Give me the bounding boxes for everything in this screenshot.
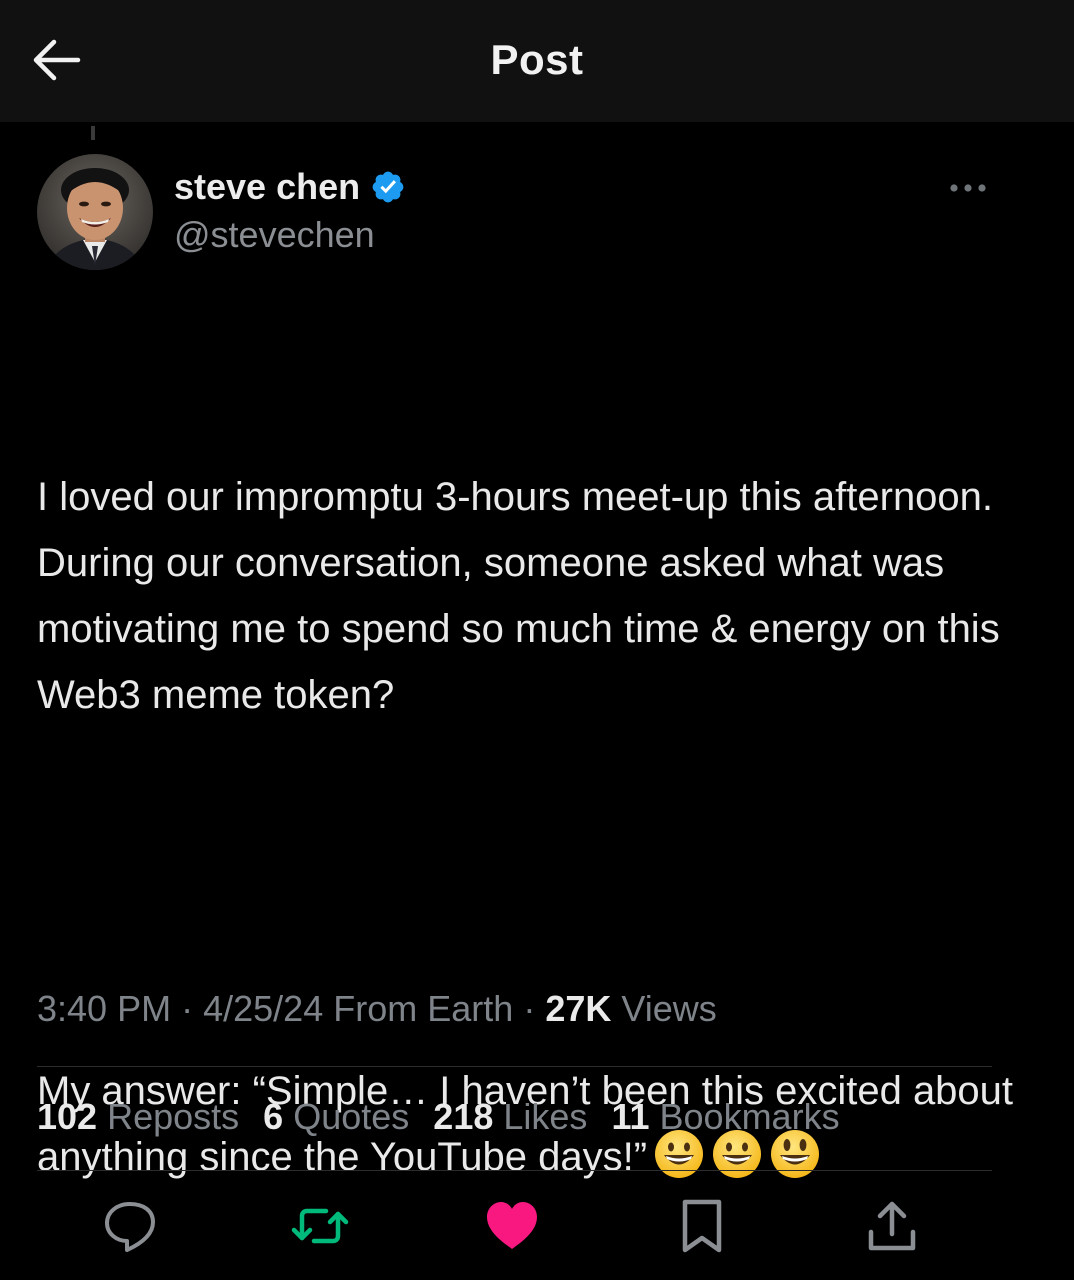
more-dots-icon xyxy=(950,184,986,192)
stat-count: 102 xyxy=(37,1096,98,1137)
like-button[interactable] xyxy=(482,1196,542,1256)
likes-stat[interactable]: 218 Likes xyxy=(433,1096,587,1138)
stat-count: 6 xyxy=(263,1096,284,1137)
post-date[interactable]: 4/25/24 xyxy=(203,988,323,1029)
meta-separator: · xyxy=(181,988,194,1029)
share-icon xyxy=(868,1201,916,1251)
divider xyxy=(37,1170,992,1171)
speech-bubble-icon xyxy=(105,1202,155,1252)
author-display-name[interactable]: steve chen xyxy=(174,166,360,208)
share-button[interactable] xyxy=(862,1196,922,1256)
avatar[interactable] xyxy=(37,154,153,270)
quotes-stat[interactable]: 6 Quotes xyxy=(263,1096,409,1138)
verified-badge-icon xyxy=(372,171,404,203)
reply-button[interactable] xyxy=(100,1196,160,1256)
author-name-row: steve chen xyxy=(174,166,406,208)
thread-connector-line xyxy=(91,126,95,140)
engagement-stats: 102 Reposts 6 Quotes 218 Likes 11 Bookma… xyxy=(37,1096,840,1138)
views-label[interactable]: Views xyxy=(621,988,716,1029)
heart-icon xyxy=(487,1202,537,1249)
stat-label: Likes xyxy=(503,1096,588,1137)
top-bar: Post xyxy=(0,0,1074,122)
post-source: From Earth xyxy=(333,988,514,1029)
action-bar xyxy=(0,1196,1074,1260)
reposts-stat[interactable]: 102 Reposts xyxy=(37,1096,239,1138)
repost-button[interactable] xyxy=(290,1196,350,1256)
author-handle[interactable]: @stevechen xyxy=(174,214,375,256)
divider xyxy=(37,1066,992,1067)
bookmark-button[interactable] xyxy=(672,1196,732,1256)
stat-count: 11 xyxy=(611,1096,650,1137)
views-count[interactable]: 27K xyxy=(545,988,611,1029)
meta-separator: · xyxy=(523,988,536,1029)
post-metadata: 3:40 PM · 4/25/24 From Earth · 27K Views xyxy=(37,988,717,1030)
post-time[interactable]: 3:40 PM xyxy=(37,988,171,1029)
page-title: Post xyxy=(490,36,584,83)
post-paragraph-1: I loved our impromptu 3-hours meet-up th… xyxy=(37,475,1016,717)
stat-count: 218 xyxy=(433,1096,494,1137)
stat-label: Reposts xyxy=(107,1096,240,1137)
repost-icon xyxy=(291,1208,349,1244)
bookmark-icon xyxy=(682,1199,722,1253)
stat-label: Bookmarks xyxy=(659,1096,840,1137)
avatar-photo xyxy=(37,154,153,270)
stat-label: Quotes xyxy=(293,1096,410,1137)
more-options-button[interactable] xyxy=(946,174,994,202)
bookmarks-stat[interactable]: 11 Bookmarks xyxy=(611,1096,839,1138)
